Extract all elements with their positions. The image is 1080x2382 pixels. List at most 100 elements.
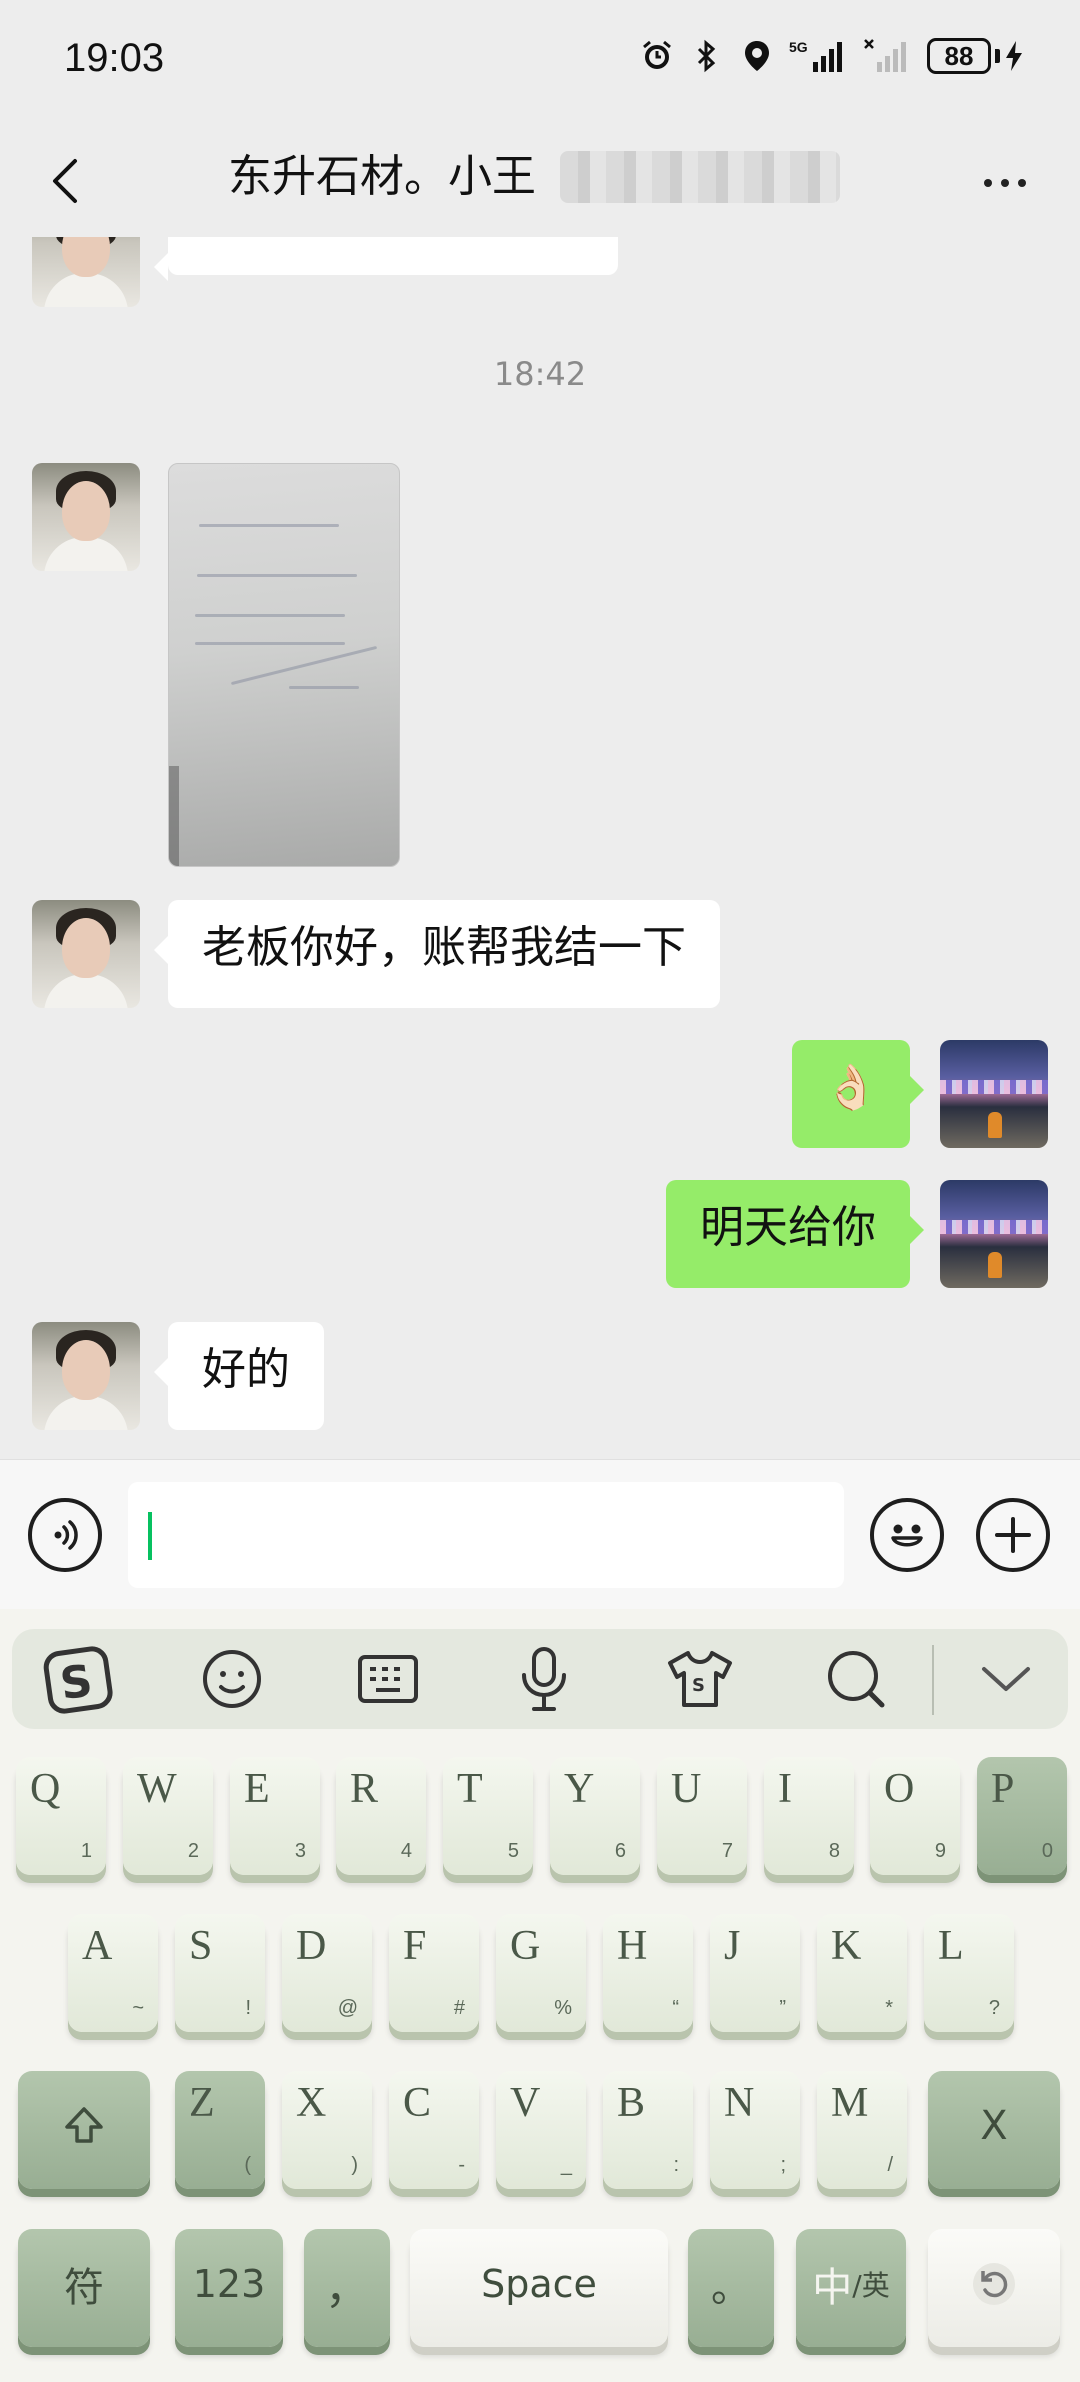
key-e[interactable]: E3 xyxy=(230,1757,320,1875)
message-input[interactable] xyxy=(128,1482,844,1588)
my-avatar[interactable] xyxy=(940,1180,1048,1288)
key-sublabel: ) xyxy=(351,2154,358,2176)
emoji-button[interactable] xyxy=(870,1498,944,1572)
key-sublabel: 4 xyxy=(400,1840,412,1862)
key-sublabel: 9 xyxy=(934,1840,946,1862)
key-label: B xyxy=(617,2080,646,2126)
contact-avatar[interactable] xyxy=(32,1322,140,1430)
key-label: Z xyxy=(189,2080,215,2126)
key-i[interactable]: I8 xyxy=(764,1757,854,1875)
key-r[interactable]: R4 xyxy=(336,1757,426,1875)
key-sublabel: 0 xyxy=(1041,1840,1053,1862)
message-list[interactable]: 18:42 老板你好，账帮我结一下 👌🏻 明天给你 好的 xyxy=(0,237,1080,1459)
input-bar xyxy=(0,1459,1080,1609)
key-d[interactable]: D @ xyxy=(282,1914,372,2032)
key-label: E xyxy=(244,1766,270,1812)
voice-icon xyxy=(54,1520,78,1550)
delete-key[interactable]: X xyxy=(928,2071,1060,2189)
contact-avatar[interactable] xyxy=(32,463,140,571)
ok-hand-emoji: 👌🏻 xyxy=(823,1062,879,1113)
status-icons: 5G 88 xyxy=(639,38,1024,74)
wechat-chat-screen: 19:03 5G 88 东升石材。小王 18:42 老板你好，账帮我结一下 👌🏻… xyxy=(0,0,1080,2382)
key-f[interactable]: F # xyxy=(389,1914,479,2032)
previous-message-bubble[interactable] xyxy=(154,237,618,281)
key-o[interactable]: O9 xyxy=(870,1757,960,1875)
key-k[interactable]: K * xyxy=(817,1914,907,2032)
contact-avatar[interactable] xyxy=(32,900,140,1008)
skin-tshirt-icon[interactable]: S xyxy=(650,1629,750,1729)
undo-key[interactable] xyxy=(928,2229,1060,2347)
key-y[interactable]: Y6 xyxy=(550,1757,640,1875)
comma-key[interactable]: ， xyxy=(304,2229,390,2347)
search-icon[interactable] xyxy=(806,1629,906,1729)
my-avatar[interactable] xyxy=(940,1040,1048,1148)
key-l[interactable]: L? xyxy=(924,1914,1014,2032)
key-label: N xyxy=(724,2080,755,2126)
keyboard-layout-icon[interactable] xyxy=(338,1629,438,1729)
key-m[interactable]: M / xyxy=(817,2071,907,2189)
message-bubble-left[interactable]: 老板你好，账帮我结一下 xyxy=(154,900,720,1008)
key-b[interactable]: B: xyxy=(603,2071,693,2189)
key-t[interactable]: T5 xyxy=(443,1757,533,1875)
more-options-button[interactable] xyxy=(970,155,1040,211)
language-toggle-key[interactable]: 中/英 xyxy=(796,2229,906,2347)
period-key[interactable]: 。 xyxy=(688,2229,774,2347)
signal-5g-icon: 5G xyxy=(789,38,849,74)
key-sublabel: 6 xyxy=(614,1840,626,1862)
language-main: 中 xyxy=(812,2265,853,2311)
voice-input-button[interactable] xyxy=(28,1498,102,1572)
key-label: I xyxy=(778,1766,792,1812)
back-button[interactable] xyxy=(34,145,94,217)
plus-icon xyxy=(995,1517,1031,1553)
key-c[interactable]: C- xyxy=(389,2071,479,2189)
message-bubble-left[interactable]: 好的 xyxy=(154,1322,324,1430)
key-label: S xyxy=(189,1923,213,1969)
key-p[interactable]: P0 xyxy=(977,1757,1067,1875)
more-functions-button[interactable] xyxy=(976,1498,1050,1572)
key-u[interactable]: U7 xyxy=(657,1757,747,1875)
undo-icon xyxy=(928,2229,1060,2339)
image-message[interactable] xyxy=(168,463,400,867)
key-label: L xyxy=(938,1923,964,1969)
key-w[interactable]: W2 xyxy=(123,1757,213,1875)
microphone-icon[interactable] xyxy=(494,1629,594,1729)
key-q[interactable]: Q1 xyxy=(16,1757,106,1875)
key-sublabel: # xyxy=(453,1997,465,2019)
collapse-keyboard-icon[interactable] xyxy=(956,1629,1056,1729)
signal-sim2-icon xyxy=(863,38,913,74)
key-sublabel: ~ xyxy=(132,1997,144,2019)
shift-key[interactable] xyxy=(18,2071,150,2189)
message-text: 明天给你 xyxy=(700,1202,876,1253)
emoji-panel-icon[interactable] xyxy=(182,1629,282,1729)
key-v[interactable]: V _ xyxy=(496,2071,586,2189)
key-label: R xyxy=(350,1766,379,1812)
key-sublabel: 2 xyxy=(187,1840,199,1862)
chat-title: 东升石材。小王 xyxy=(228,151,536,202)
svg-text:5G: 5G xyxy=(789,39,808,55)
key-sublabel: @ xyxy=(337,1997,358,2019)
sogou-logo-icon[interactable]: S xyxy=(28,1629,128,1729)
key-g[interactable]: G% xyxy=(496,1914,586,2032)
key-sublabel: % xyxy=(554,1997,572,2019)
message-bubble-right[interactable]: 明天给你 xyxy=(666,1180,924,1288)
key-h[interactable]: H “ xyxy=(603,1914,693,2032)
contact-avatar[interactable] xyxy=(32,237,140,307)
svg-text:S: S xyxy=(692,1675,705,1696)
key-z[interactable]: Z( xyxy=(175,2071,265,2189)
key-label: T xyxy=(457,1766,483,1812)
key-label: P xyxy=(991,1766,1015,1812)
key-label: H xyxy=(617,1923,648,1969)
key-a[interactable]: A ~ xyxy=(68,1914,158,2032)
key-sublabel: * xyxy=(885,1997,893,2019)
key-n[interactable]: N; xyxy=(710,2071,800,2189)
key-label: U xyxy=(671,1766,702,1812)
key-j[interactable]: J” xyxy=(710,1914,800,2032)
numbers-key[interactable]: 123 xyxy=(175,2229,283,2347)
space-key[interactable]: Space xyxy=(410,2229,668,2347)
smiley-icon xyxy=(891,1524,923,1547)
key-x[interactable]: X) xyxy=(282,2071,372,2189)
key-s[interactable]: S! xyxy=(175,1914,265,2032)
ime-keyboard: S S Q 1 W 2 E 3 R 4 T 5 Y 6 U 7 I 8 O 9 P 0 A ~ S! D @ F # G% xyxy=(0,1609,1080,2382)
message-bubble-right[interactable]: 👌🏻 xyxy=(792,1040,924,1148)
symbols-key[interactable]: 符 xyxy=(18,2229,150,2347)
